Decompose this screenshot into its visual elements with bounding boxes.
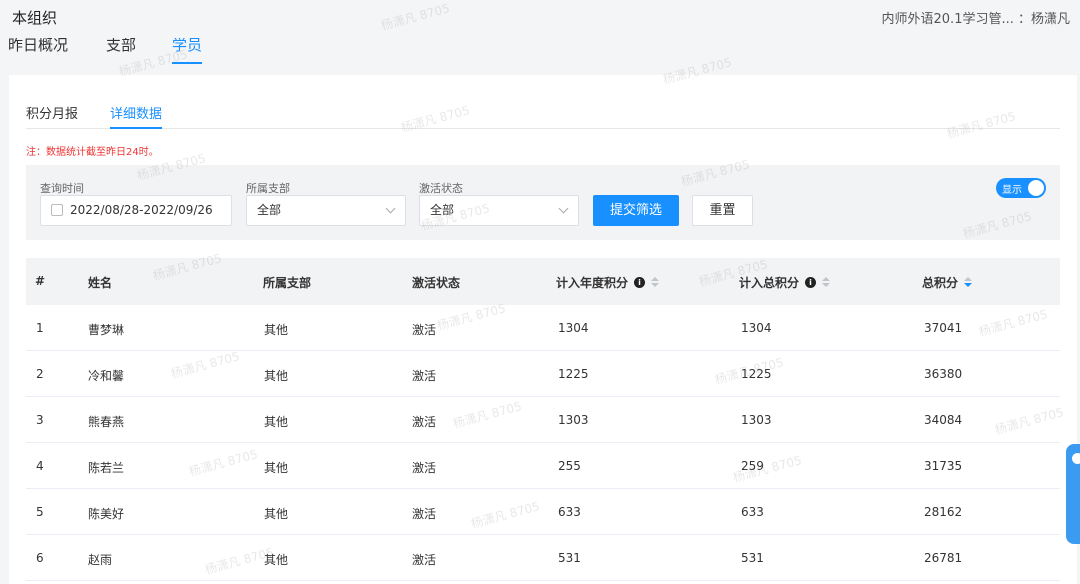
cell-total-points: 36380 [924, 367, 963, 381]
cell-index: 6 [36, 551, 44, 565]
cell-total-points: 31735 [924, 459, 963, 473]
tab-yesterday-overview[interactable]: 昨日概况 [8, 38, 68, 64]
cell-counted-total: 531 [741, 551, 764, 565]
cell-branch: 其他 [264, 461, 289, 475]
floating-help-button[interactable] [1066, 444, 1080, 544]
cell-annual-points: 531 [558, 551, 581, 565]
cell-annual-points: 1304 [558, 321, 589, 335]
table-row: 2 冷和馨 其他 激活 1225 1225 36380 [26, 351, 1060, 397]
top-bar: 本组织 内师外语20.1学习管... ：杨潇凡 [0, 0, 1080, 34]
status-label: 激活状态 [419, 182, 463, 195]
cell-total-points: 28162 [924, 505, 963, 519]
cell-annual-points: 1225 [558, 367, 589, 381]
cell-index: 5 [36, 505, 44, 519]
cell-index: 1 [36, 321, 44, 335]
cell-index: 3 [36, 413, 44, 427]
status-select[interactable]: 全部 [419, 195, 579, 226]
date-label: 查询时间 [40, 182, 84, 195]
chevron-down-icon [558, 203, 569, 214]
cell-branch: 其他 [264, 323, 289, 337]
col-annual-points-label: 计入年度积分 [556, 276, 629, 290]
cell-annual-points: 255 [558, 459, 581, 473]
col-total-points[interactable]: 总积分 [922, 274, 973, 291]
cell-status: 激活 [412, 323, 437, 337]
tab-detail-data[interactable]: 详细数据 [110, 103, 163, 129]
cell-name: 赵雨 [88, 553, 113, 567]
status-select-value: 全部 [430, 203, 455, 217]
calendar-icon [51, 203, 63, 216]
content-card: 积分月报 详细数据 注：数据统计截至昨日24时。 查询时间 2022/08/28… [9, 75, 1077, 584]
cell-name: 冷和馨 [88, 369, 125, 383]
cell-total-points: 34084 [924, 413, 963, 427]
table-row: 6 赵雨 其他 激活 531 531 26781 [26, 535, 1060, 581]
cell-branch: 其他 [264, 553, 289, 567]
branch-select-value: 全部 [257, 203, 282, 217]
tab-branch[interactable]: 支部 [106, 38, 136, 64]
tab-students[interactable]: 学员 [172, 38, 203, 64]
cell-annual-points: 1303 [558, 413, 589, 427]
cell-branch: 其他 [264, 369, 289, 383]
cell-status: 激活 [412, 507, 437, 521]
col-total-points-label: 总积分 [922, 276, 959, 290]
date-range-picker[interactable]: 2022/08/28-2022/09/26 [40, 195, 232, 226]
sort-desc-icon[interactable] [964, 277, 973, 288]
chevron-down-icon [385, 203, 396, 214]
cell-status: 激活 [412, 369, 437, 383]
table-row: 1 曹梦琳 其他 激活 1304 1304 37041 [26, 305, 1060, 351]
cell-annual-points: 633 [558, 505, 581, 519]
cell-total-points: 37041 [924, 321, 963, 335]
toggle-label: 显示 [1002, 185, 1022, 196]
col-branch: 所属支部 [263, 276, 312, 290]
report-tabs: 积分月报 详细数据 [26, 101, 1060, 129]
col-name: 姓名 [88, 276, 113, 290]
branch-select[interactable]: 全部 [246, 195, 406, 226]
cell-name: 陈若兰 [88, 461, 125, 475]
cell-counted-total: 1303 [741, 413, 772, 427]
table-row: 5 陈美好 其他 激活 633 633 28162 [26, 489, 1060, 535]
cell-name: 陈美好 [88, 507, 125, 521]
cell-index: 4 [36, 459, 44, 473]
cell-status: 激活 [412, 415, 437, 429]
data-note: 注：数据统计截至昨日24时。 [26, 147, 159, 158]
cell-total-points: 26781 [924, 551, 963, 565]
cell-status: 激活 [412, 553, 437, 567]
submit-filter-button[interactable]: 提交筛选 [593, 195, 679, 226]
date-range-value: 2022/08/28-2022/09/26 [70, 203, 213, 217]
sort-icon[interactable] [822, 277, 831, 288]
col-counted-total-label: 计入总积分 [739, 276, 800, 290]
toggle-knob [1028, 180, 1044, 196]
cell-counted-total: 259 [741, 459, 764, 473]
cell-status: 激活 [412, 461, 437, 475]
col-annual-points[interactable]: 计入年度积分 i [556, 274, 660, 291]
cell-name: 曹梦琳 [88, 323, 125, 337]
sort-icon[interactable] [651, 277, 660, 288]
cell-index: 2 [36, 367, 44, 381]
tab-monthly-report[interactable]: 积分月报 [26, 103, 78, 129]
table-row: 3 熊春燕 其他 激活 1303 1303 34084 [26, 397, 1060, 443]
filter-panel: 查询时间 2022/08/28-2022/09/26 所属支部 全部 激活状态 … [26, 165, 1060, 240]
display-toggle[interactable]: 显示 [996, 178, 1046, 198]
cell-branch: 其他 [264, 415, 289, 429]
col-index: # [35, 274, 46, 288]
page-title: 本组织 [12, 9, 58, 27]
info-icon[interactable]: i [805, 277, 817, 288]
cell-counted-total: 1304 [741, 321, 772, 335]
cell-counted-total: 1225 [741, 367, 772, 381]
sub-navigation: 昨日概况 支部 学员 [0, 34, 1080, 64]
cell-branch: 其他 [264, 507, 289, 521]
table-row: 4 陈若兰 其他 激活 255 259 31735 [26, 443, 1060, 489]
table-header: # 姓名 所属支部 激活状态 计入年度积分 i 计入总积分 i 总积分 [26, 258, 1060, 305]
col-counted-total[interactable]: 计入总积分 i [739, 274, 831, 291]
reset-button[interactable]: 重置 [692, 195, 753, 226]
cell-name: 熊春燕 [88, 415, 125, 429]
org-user-info[interactable]: 内师外语20.1学习管... ：杨潇凡 [882, 8, 1070, 27]
col-status: 激活状态 [412, 276, 461, 290]
branch-label: 所属支部 [246, 182, 290, 195]
info-icon[interactable]: i [634, 277, 646, 288]
cell-counted-total: 633 [741, 505, 764, 519]
chat-icon [1072, 453, 1080, 464]
